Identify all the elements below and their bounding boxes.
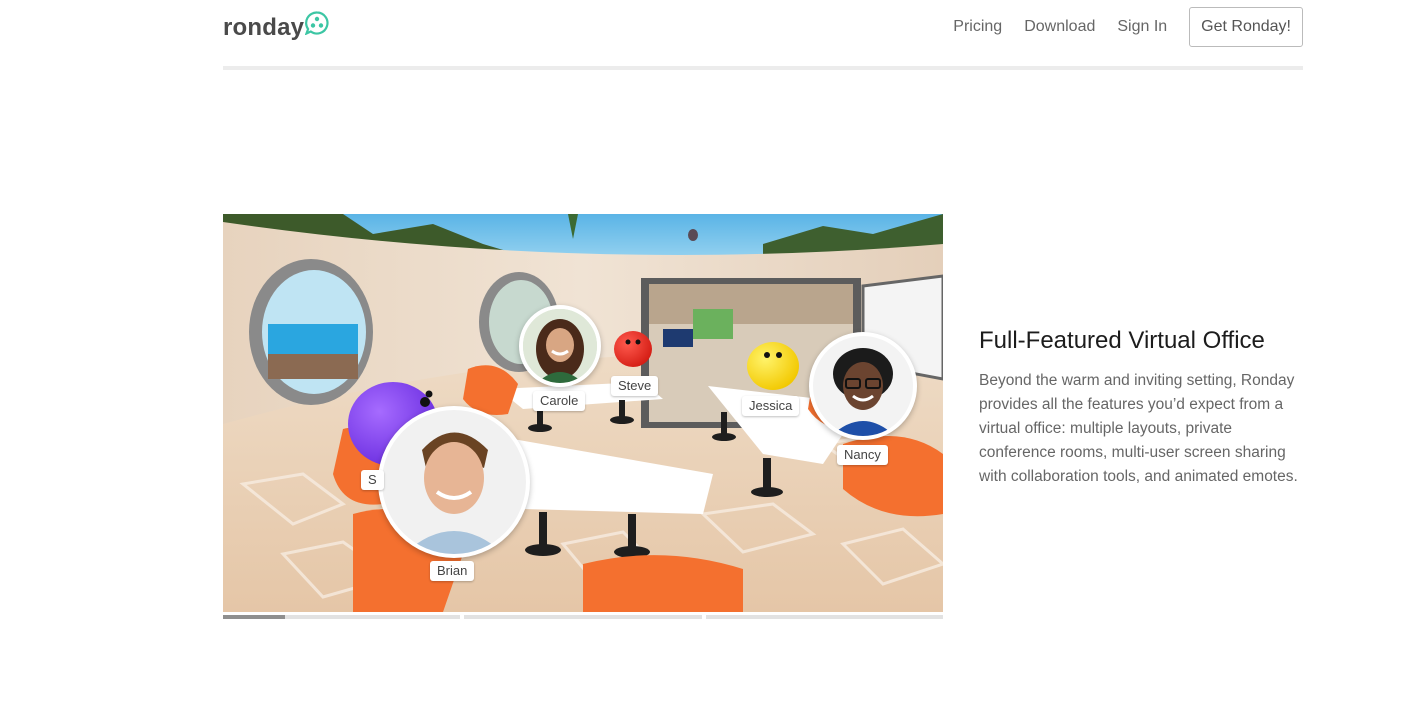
brian-portrait <box>382 410 526 554</box>
nancy-portrait <box>813 336 913 436</box>
main-nav: Pricing Download Sign In Get Ronday! <box>953 7 1303 47</box>
carole-avatar[interactable] <box>519 305 601 387</box>
carole-name-tag: Carole <box>533 391 586 411</box>
logo-text: ronday <box>223 14 305 41</box>
carousel-segment-1-fill <box>223 615 285 619</box>
site-header: ronday Pricing Download Sign In Get Rond… <box>223 0 1303 70</box>
jessica-name-tag: Jessica <box>742 396 800 416</box>
ronday-logo[interactable]: ronday <box>223 11 329 44</box>
carousel-segment-3[interactable] <box>705 615 943 619</box>
feature-section: Full-Featured Virtual Office Beyond the … <box>979 326 1309 489</box>
carousel-segment-2[interactable] <box>464 615 702 619</box>
steve-name-tag: Steve <box>611 376 659 396</box>
nav-pricing-link[interactable]: Pricing <box>953 7 1002 47</box>
feature-description: Beyond the warm and inviting setting, Ro… <box>979 372 1298 485</box>
carole-portrait <box>523 309 597 383</box>
brian-avatar[interactable] <box>378 406 530 558</box>
partial-name-tag: S <box>361 470 384 490</box>
brian-name-tag: Brian <box>430 561 475 581</box>
nav-sign-in-link[interactable]: Sign In <box>1117 7 1167 47</box>
nancy-name-tag: Nancy <box>837 445 888 465</box>
virtual-office-image: Carole Steve Jessica Nancy Brian S <box>223 214 943 612</box>
feature-title: Full-Featured Virtual Office <box>979 327 1265 354</box>
nav-download-link[interactable]: Download <box>1024 7 1095 47</box>
chat-bubble-logo-icon <box>305 11 329 35</box>
nancy-avatar[interactable] <box>809 332 917 440</box>
get-ronday-button[interactable]: Get Ronday! <box>1189 7 1303 47</box>
carousel-progress <box>223 615 943 619</box>
carousel-segment-1[interactable] <box>223 615 461 619</box>
